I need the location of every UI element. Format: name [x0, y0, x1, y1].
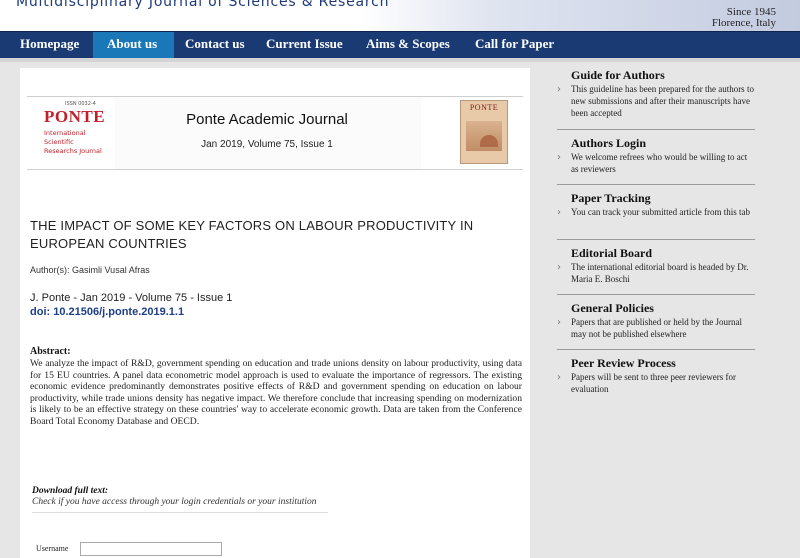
nav-about-us[interactable]: About us — [93, 32, 174, 59]
main-nav: Homepage About us Contact us Current Iss… — [0, 31, 800, 59]
sidebar-authors-login[interactable]: › Authors Login We welcome refrees who w… — [557, 136, 755, 185]
chevron-right-icon: › — [557, 372, 561, 383]
article-title: THE IMPACT OF SOME KEY FACTORS ON LABOUR… — [30, 218, 474, 251]
sidebar-heading[interactable]: Peer Review Process — [571, 356, 755, 370]
site-title: Multidisciplinary Journal of Sciences & … — [16, 0, 390, 10]
sidebar-desc: We welcome refrees who would be willing … — [571, 152, 748, 174]
sidebar-desc: The international editorial board is hea… — [571, 262, 749, 284]
sidebar-heading[interactable]: Authors Login — [571, 136, 755, 150]
location: Florence, Italy — [711, 17, 776, 29]
chevron-right-icon: › — [557, 84, 561, 95]
cover-illustration — [466, 121, 502, 151]
sidebar-heading[interactable]: Guide for Authors — [571, 68, 755, 82]
doi-link[interactable]: doi: 10.21506/j.ponte.2019.1.1 — [30, 306, 184, 318]
abstract-text: We analyze the impact of R&D, government… — [30, 358, 522, 427]
sidebar-heading[interactable]: General Policies — [571, 301, 755, 315]
sidebar-paper-tracking[interactable]: › Paper Tracking You can track your subm… — [557, 191, 755, 240]
sidebar-desc: This guideline has been prepared for the… — [571, 84, 754, 118]
main-content: ISSN 0032-4 PONTE International Scientif… — [20, 68, 530, 558]
nav-current-issue[interactable]: Current Issue — [252, 32, 357, 59]
download-section: Download full text: Check if you have ac… — [32, 486, 328, 513]
chevron-right-icon: › — [557, 152, 561, 163]
site-header: Multidisciplinary Journal of Sciences & … — [0, 0, 800, 31]
nav-aims-scopes[interactable]: Aims & Scopes — [352, 32, 464, 59]
sidebar-editorial-board[interactable]: › Editorial Board The international edit… — [557, 246, 755, 295]
journal-cover-image: PONTE — [460, 100, 508, 164]
since-label: Since 1945 Florence, Italy — [712, 7, 776, 29]
cathedral-dome-icon — [480, 135, 498, 147]
logo-subtitle: International Scientific Researchs Journ… — [44, 129, 102, 155]
chevron-right-icon: › — [557, 207, 561, 218]
chevron-right-icon: › — [557, 317, 561, 328]
journal-info-box: ISSN 0032-4 PONTE International Scientif… — [27, 96, 523, 170]
sidebar-heading[interactable]: Editorial Board — [571, 246, 755, 260]
logo-wordmark: PONTE — [44, 107, 106, 126]
article-citation: J. Ponte - Jan 2019 - Volume 75 - Issue … — [30, 292, 233, 304]
nav-contact-us[interactable]: Contact us — [171, 32, 259, 59]
download-note: Check if you have access through your lo… — [32, 497, 317, 507]
sidebar-desc: Papers that are published or held by the… — [571, 317, 742, 339]
username-input[interactable] — [80, 542, 222, 556]
journal-logo: ISSN 0032-4 PONTE International Scientif… — [27, 97, 115, 169]
article-authors: Author(s): Gasimli Vusal Afras — [30, 265, 150, 275]
sidebar-desc: You can track your submitted article fro… — [571, 207, 751, 217]
nav-homepage[interactable]: Homepage — [6, 32, 93, 59]
nav-divider — [0, 58, 800, 62]
download-title: Download full text: — [32, 486, 109, 496]
chevron-right-icon: › — [557, 262, 561, 273]
journal-cover-area: PONTE — [421, 97, 523, 169]
journal-name: Ponte Academic Journal — [186, 111, 348, 128]
sidebar-general-policies[interactable]: › General Policies Papers that are publi… — [557, 301, 755, 350]
abstract-heading: Abstract: — [30, 346, 71, 357]
sidebar-desc: Papers will be sent to three peer review… — [571, 372, 736, 394]
sidebar-heading[interactable]: Paper Tracking — [571, 191, 755, 205]
cover-title: PONTE — [469, 103, 499, 112]
nav-call-for-paper[interactable]: Call for Paper — [461, 32, 568, 59]
username-label: Username — [36, 544, 69, 553]
journal-issue: Jan 2019, Volume 75, Issue 1 — [201, 139, 333, 150]
sidebar-peer-review[interactable]: › Peer Review Process Papers will be sen… — [557, 356, 755, 400]
sidebar-guide-for-authors[interactable]: › Guide for Authors This guideline has b… — [557, 68, 755, 130]
